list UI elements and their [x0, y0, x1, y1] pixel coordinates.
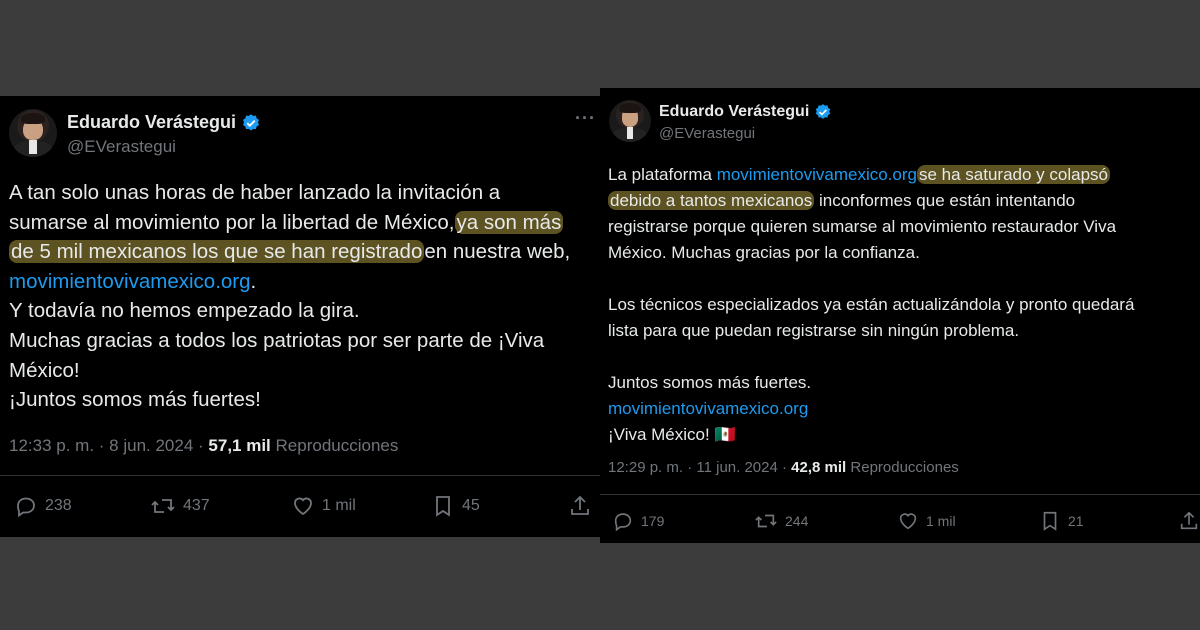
bookmark-count: 45	[462, 497, 480, 514]
reply-button[interactable]: 238	[14, 494, 72, 518]
tweet-meta: 12:29 p. m. · 11 jun. 2024 · 42,8 mil Re…	[608, 459, 959, 476]
author-handle[interactable]: @EVerastegui	[67, 137, 176, 157]
tweet-line: debido a tantos mexicanos inconformes qu…	[608, 191, 1076, 210]
mexico-flag-icon: 🇲🇽	[714, 425, 736, 444]
verified-badge-icon	[816, 104, 831, 119]
divider	[600, 494, 1200, 495]
more-icon[interactable]: ···	[575, 108, 596, 129]
timestamp[interactable]: 12:29 p. m. · 11 jun. 2024 ·	[608, 459, 791, 476]
repost-button[interactable]: 437	[150, 494, 210, 518]
tweet-line: Y todavía no hemos empezado la gira.	[9, 299, 360, 323]
tweet-line: Muchas gracias a todos los patriotas por…	[9, 328, 545, 352]
tweet-line: México. Muchas gracias por la confianza.	[608, 243, 920, 262]
highlight-mark: ya son más	[454, 210, 564, 234]
author-name[interactable]: Eduardo Verástegui	[67, 112, 261, 133]
bookmark-button[interactable]: 21	[1039, 510, 1084, 532]
like-count: 1 mil	[926, 513, 956, 529]
tweet-line: de 5 mil mexicanos los que se han regist…	[9, 240, 571, 264]
repost-button[interactable]: 244	[754, 510, 808, 532]
reply-count: 238	[45, 497, 72, 514]
share-button[interactable]	[1178, 510, 1200, 532]
views-label: Reproducciones	[275, 436, 399, 455]
author-name[interactable]: Eduardo Verástegui	[659, 103, 832, 121]
tweet-card-1[interactable]: Eduardo Verástegui @EVerastegui ··· A ta…	[0, 96, 600, 537]
like-button[interactable]: 1 mil	[291, 494, 356, 518]
share-icon	[1180, 511, 1198, 530]
bookmark-count: 21	[1068, 513, 1084, 529]
author-name-text: Eduardo Verástegui	[659, 103, 810, 120]
author-name-text: Eduardo Verástegui	[67, 112, 237, 132]
views-count: 42,8 mil	[791, 459, 847, 476]
repost-icon	[151, 499, 175, 513]
highlight-mark: debido a tantos mexicanos	[608, 191, 815, 210]
tweet-text: A tan solo unas horas de haber lanzado l…	[9, 178, 570, 415]
website-link[interactable]: movimientovivamexico.org	[608, 396, 1134, 422]
reply-count: 179	[641, 513, 665, 529]
reply-icon	[17, 497, 35, 518]
bookmark-icon	[436, 496, 450, 517]
like-icon	[899, 513, 917, 530]
repost-count: 244	[785, 513, 809, 529]
reply-button[interactable]: 179	[612, 510, 664, 532]
tweet-line: Juntos somos más fuertes.	[608, 373, 812, 392]
bookmark-icon	[1043, 511, 1057, 531]
repost-count: 437	[183, 497, 210, 514]
tweet-card-2[interactable]: Eduardo Verástegui @EVerastegui La plata…	[600, 88, 1200, 543]
highlight-mark: de 5 mil mexicanos los que se han regist…	[9, 240, 425, 264]
repost-icon	[755, 514, 777, 528]
tweet-line: sumarse al movimiento por la libertad de…	[9, 210, 564, 234]
avatar[interactable]	[9, 109, 57, 157]
like-count: 1 mil	[322, 497, 356, 514]
website-link[interactable]: movimientovivamexico.org	[717, 165, 917, 184]
tweet-line: ¡Juntos somos más fuertes!	[9, 388, 261, 412]
website-link[interactable]: movimientovivamexico.org	[9, 270, 251, 293]
like-icon	[294, 497, 312, 516]
tweet-line: registrarse porque quieren sumarse al mo…	[608, 217, 1117, 236]
highlight-mark: se ha saturado y colapsó	[916, 165, 1110, 184]
author-handle[interactable]: @EVerastegui	[659, 125, 755, 142]
share-icon	[571, 495, 589, 515]
tweet-line: lista para que puedan registrarse sin ni…	[608, 321, 1020, 340]
divider	[0, 475, 600, 476]
reply-icon	[614, 513, 632, 532]
tweet-text: La plataforma movimientovivamexico.org se…	[608, 162, 1134, 448]
verified-badge-icon	[243, 113, 260, 131]
share-button[interactable]	[568, 494, 599, 518]
bookmark-button[interactable]: 45	[431, 494, 480, 518]
avatar[interactable]	[609, 100, 651, 142]
tweet-line: Los técnicos especializados ya están act…	[608, 295, 1135, 314]
tweet-line: ¡Viva México! 🇲🇽	[608, 425, 736, 444]
views-count: 57,1 mil	[208, 436, 271, 455]
like-button[interactable]: 1 mil	[897, 510, 956, 532]
views-label: Reproducciones	[850, 459, 959, 476]
tweet-meta: 12:33 p. m. · 8 jun. 2024 · 57,1 mil Rep…	[9, 436, 398, 456]
tweet-line: movimientovivamexico.org.	[9, 269, 257, 293]
tweet-line: La plataforma movimientovivamexico.org se…	[608, 165, 1110, 184]
timestamp[interactable]: 12:33 p. m. · 8 jun. 2024 ·	[9, 436, 208, 455]
tweet-line: A tan solo unas horas de haber lanzado l…	[9, 181, 501, 204]
tweet-line: México!	[9, 358, 80, 382]
